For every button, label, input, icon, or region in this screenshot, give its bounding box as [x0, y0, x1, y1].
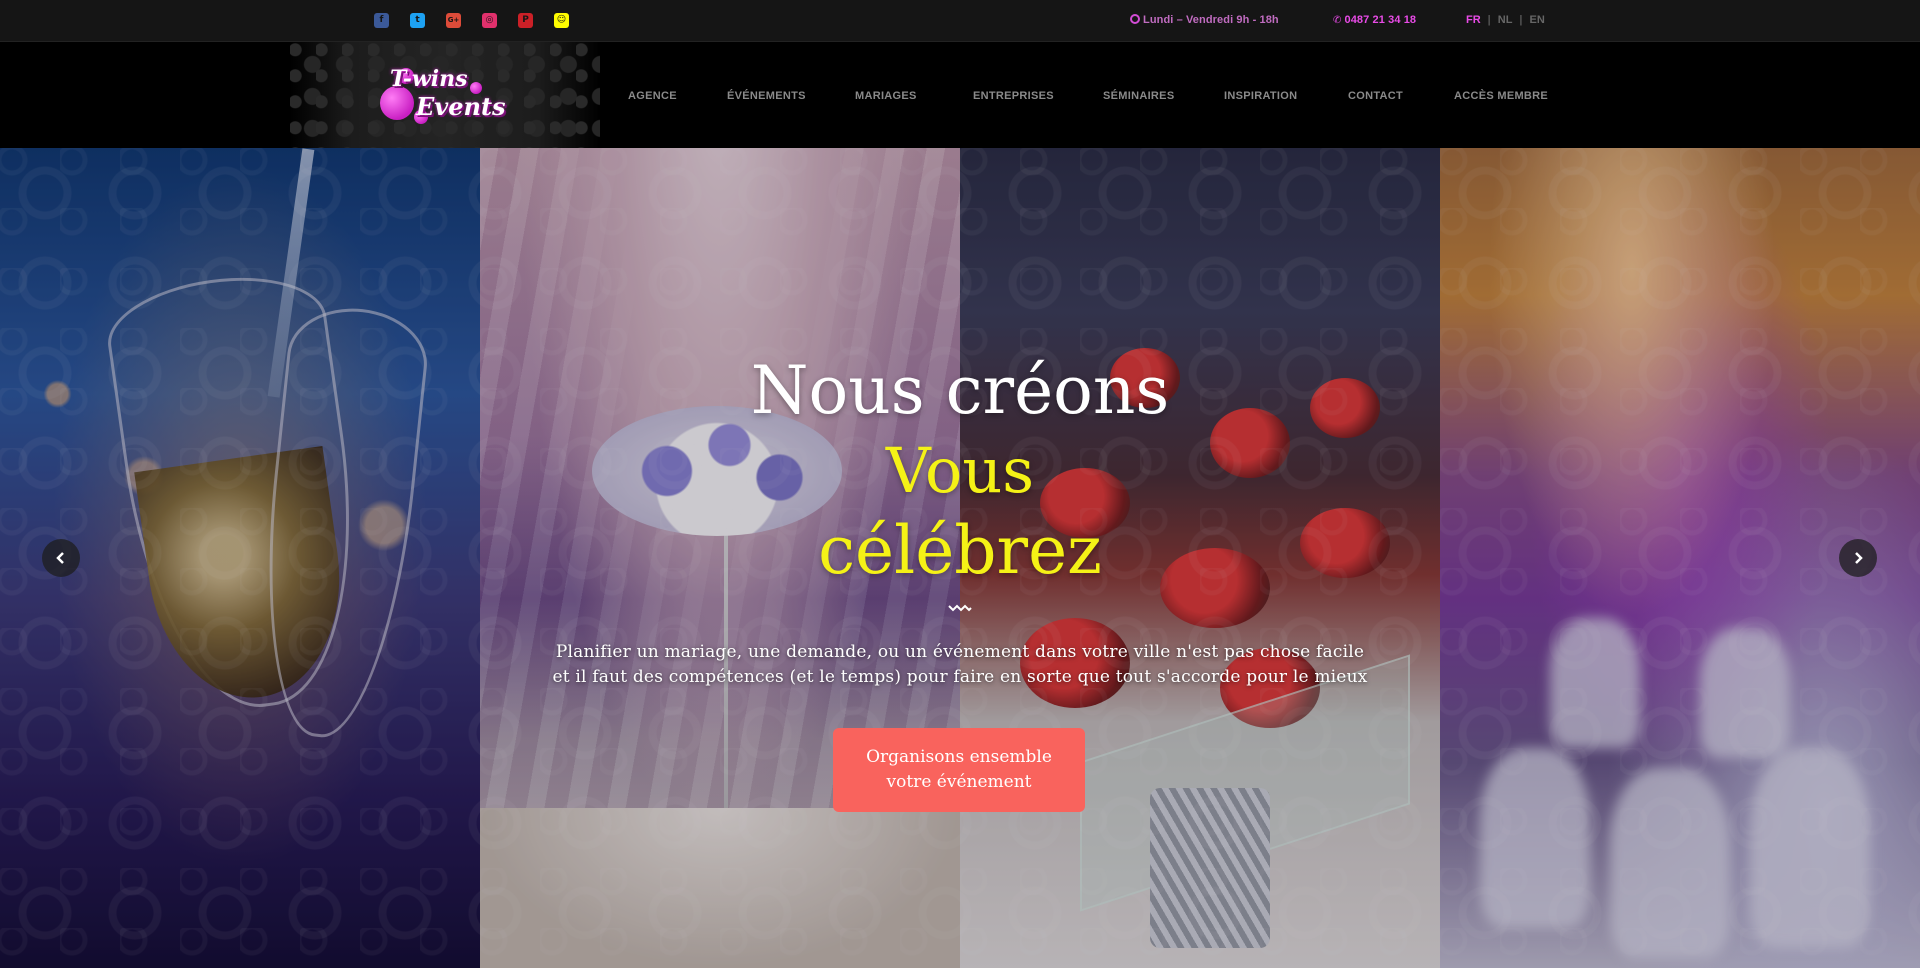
site-logo[interactable]: T-wins Events	[374, 60, 520, 136]
clock-icon	[1130, 14, 1140, 24]
main-header: T-wins Events AGENCE ÉVÉNEMENTS MARIAGES…	[0, 42, 1920, 148]
chevron-right-icon	[1855, 552, 1863, 564]
organize-event-button[interactable]: Organisons ensemble votre événement	[833, 728, 1085, 812]
social-links: f t G+ ◎ P ☺	[374, 13, 569, 28]
top-bar: f t G+ ◎ P ☺ Lundi – Vendredi 9h - 18h ✆ 0487 …	[0, 0, 1920, 42]
phone-icon: ✆	[1333, 15, 1342, 26]
slider-prev-button[interactable]	[42, 539, 80, 577]
nav-evenements[interactable]: ÉVÉNEMENTS	[727, 90, 806, 102]
lang-en[interactable]: EN	[1530, 14, 1545, 26]
nav-inspiration[interactable]: INSPIRATION	[1224, 90, 1297, 102]
zigzag-divider-icon	[948, 604, 972, 612]
pinterest-icon[interactable]: P	[518, 13, 533, 28]
chevron-left-icon	[56, 552, 64, 564]
phone-number[interactable]: ✆ 0487 21 34 18	[1333, 14, 1416, 26]
hero-description-line2: et il faut des compétences (et le temps)…	[552, 667, 1368, 687]
lang-nl[interactable]: NL	[1498, 14, 1513, 26]
logo-text-line1: T-wins	[390, 66, 468, 92]
cta-line1: Organisons ensemble	[866, 747, 1052, 767]
hero-title-line3: célébrez	[818, 512, 1102, 589]
phone-text[interactable]: 0487 21 34 18	[1344, 14, 1416, 26]
instagram-icon[interactable]: ◎	[482, 13, 497, 28]
twitter-icon[interactable]: t	[410, 13, 425, 28]
slider-next-button[interactable]	[1839, 539, 1877, 577]
opening-hours-text: Lundi – Vendredi 9h - 18h	[1143, 14, 1279, 26]
language-switcher: FR | NL | EN	[1466, 14, 1545, 26]
cta-line2: votre événement	[886, 772, 1032, 792]
hero-title-line1: Nous créons	[750, 352, 1170, 429]
google-plus-icon[interactable]: G+	[446, 13, 461, 28]
logo-text-line2: Events	[416, 92, 506, 121]
lang-separator: |	[1487, 14, 1491, 26]
lang-separator: |	[1519, 14, 1523, 26]
opening-hours: Lundi – Vendredi 9h - 18h	[1130, 14, 1279, 26]
lang-fr[interactable]: FR	[1466, 14, 1481, 26]
nav-agence[interactable]: AGENCE	[628, 90, 677, 102]
nav-seminaires[interactable]: SÉMINAIRES	[1103, 90, 1174, 102]
nav-entreprises[interactable]: ENTREPRISES	[973, 90, 1054, 102]
hero-title-line2: Vous	[885, 434, 1035, 507]
nav-mariages[interactable]: MARIAGES	[855, 90, 917, 102]
nav-contact[interactable]: CONTACT	[1348, 90, 1403, 102]
facebook-icon[interactable]: f	[374, 13, 389, 28]
snapchat-icon[interactable]: ☺	[554, 13, 569, 28]
hero-description-line1: Planifier un mariage, une demande, ou un…	[555, 642, 1365, 662]
nav-acces-membre[interactable]: ACCÈS MEMBRE	[1454, 90, 1548, 102]
